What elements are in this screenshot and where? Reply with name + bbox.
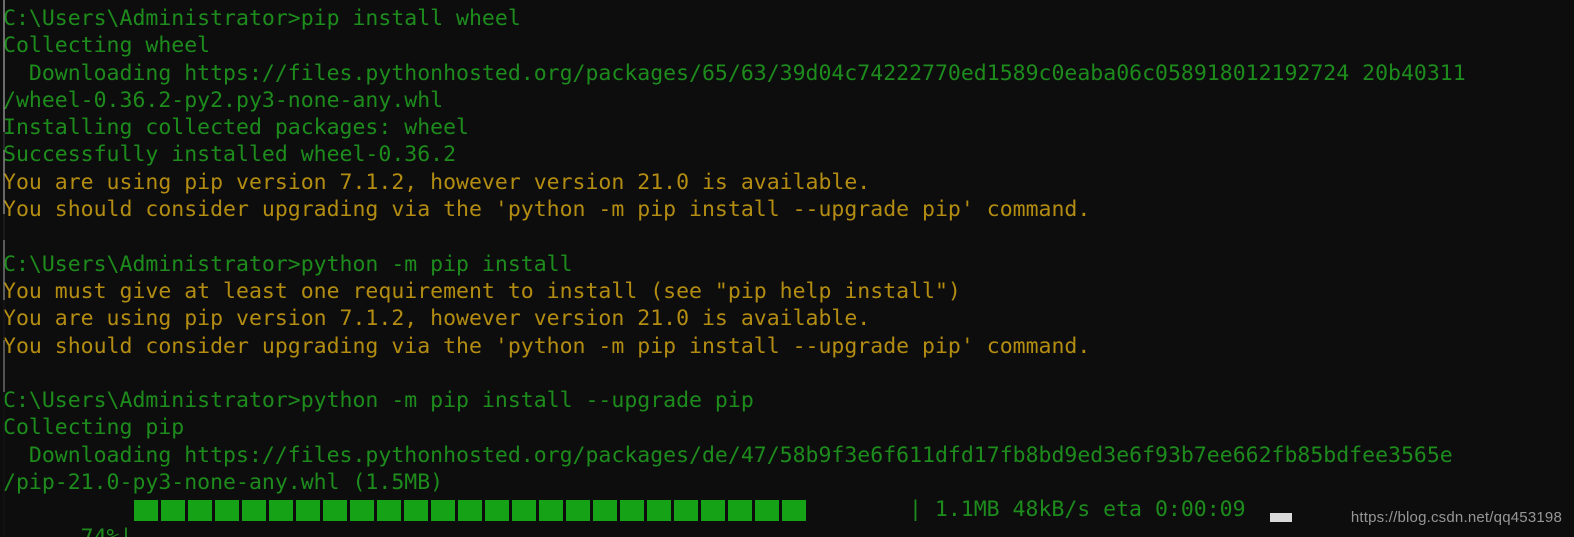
progress-block xyxy=(404,500,428,522)
progress-block xyxy=(593,500,617,522)
progress-block xyxy=(620,500,644,522)
progress-block xyxy=(755,500,779,522)
terminal-line-warning: You must give at least one requirement t… xyxy=(3,278,961,304)
terminal-line: Downloading https://files.pythonhosted.o… xyxy=(3,442,1453,468)
progress-block xyxy=(134,500,158,522)
progress-block xyxy=(161,500,185,522)
progress-block xyxy=(296,500,320,522)
progress-block xyxy=(566,500,590,522)
terminal-line: Downloading https://files.pythonhosted.o… xyxy=(3,60,1466,86)
progress-block xyxy=(269,500,293,522)
progress-block xyxy=(674,500,698,522)
terminal-line: Installing collected packages: wheel xyxy=(3,115,469,141)
terminal-line: Collecting wheel xyxy=(3,33,211,59)
progress-block xyxy=(431,500,455,522)
progress-bar-fill xyxy=(134,500,806,522)
progress-block xyxy=(242,500,266,522)
terminal-line-warning: You are using pip version 7.1.2, however… xyxy=(3,169,871,195)
download-progress-row: 74%| | 1.1MB 48kB/s eta 0:00:09 xyxy=(3,496,1574,537)
progress-block xyxy=(377,500,401,522)
terminal-line: /pip-21.0-py3-none-any.whl (1.5MB) xyxy=(3,470,444,496)
progress-block xyxy=(188,500,212,522)
terminal-line: C:\Users\Administrator>pip install wheel xyxy=(3,6,521,31)
terminal-line: Successfully installed wheel-0.36.2 xyxy=(3,142,457,168)
progress-status-text: | 1.1MB 48kB/s eta 0:00:09 xyxy=(909,497,1246,523)
progress-block xyxy=(512,500,536,522)
terminal-line-warning: You should consider upgrading via the 'p… xyxy=(3,333,1091,359)
csdn-watermark: https://blog.csdn.net/qq453198 xyxy=(1350,508,1562,526)
terminal-line: C:\Users\Administrator>python -m pip ins… xyxy=(3,251,573,277)
progress-block xyxy=(728,500,752,522)
progress-open-pipe: | xyxy=(120,525,133,537)
progress-block xyxy=(215,500,239,522)
progress-percent-label: 74% xyxy=(81,525,120,537)
terminal-line-warning: You are using pip version 7.1.2, however… xyxy=(3,306,871,332)
progress-block xyxy=(782,500,806,522)
progress-block xyxy=(647,500,671,522)
terminal-line-warning: You should consider upgrading via the 'p… xyxy=(3,197,1091,223)
progress-block xyxy=(701,500,725,522)
progress-block xyxy=(323,500,347,522)
progress-block xyxy=(350,500,374,522)
terminal-output: C:\Users\Administrator>pip install wheel… xyxy=(3,5,1574,537)
progress-block xyxy=(539,500,563,522)
terminal-line: Collecting pip xyxy=(3,415,185,441)
progress-block xyxy=(485,500,509,522)
text-cursor xyxy=(1270,513,1292,523)
terminal-line: C:\Users\Administrator>python -m pip ins… xyxy=(3,388,754,414)
terminal-line: /wheel-0.36.2-py2.py3-none-any.whl xyxy=(3,87,444,113)
progress-block xyxy=(458,500,482,522)
command-prompt-window[interactable]: C:\Users\Administrator>pip install wheel… xyxy=(0,0,1574,537)
